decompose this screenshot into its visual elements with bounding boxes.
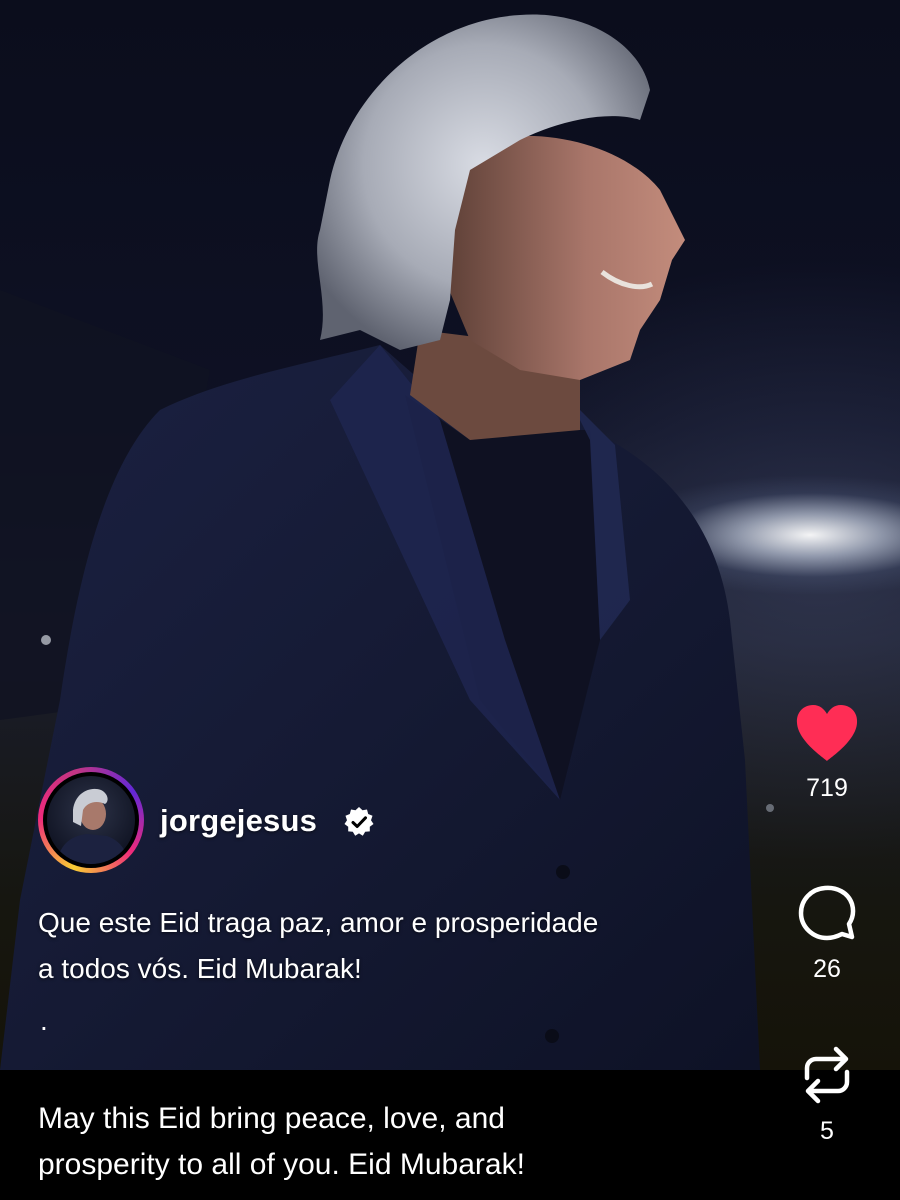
comment-icon[interactable] [797,884,857,944]
avatar-story-ring[interactable] [38,767,144,873]
caption-translation: May this Eid bring peace, love, and pros… [38,1096,778,1188]
avatar-image [57,788,129,864]
like-button[interactable]: 719 [787,703,867,803]
username[interactable]: jorgejesus [160,803,317,839]
caption-line: Que este Eid traga paz, amor e prosperid… [38,907,599,938]
repost-count: 5 [820,1117,834,1145]
heart-icon[interactable] [794,703,860,763]
repost-button[interactable]: 5 [787,1044,867,1146]
avatar[interactable] [47,776,135,864]
post-caption[interactable]: Que este Eid traga paz, amor e prosperid… [38,900,758,992]
comment-button[interactable]: 26 [787,884,867,984]
translation-line: prosperity to all of you. Eid Mubarak! [38,1148,525,1181]
comment-count: 26 [813,955,841,983]
verified-badge-icon [344,807,374,836]
like-count: 719 [806,774,848,802]
caption-line: a todos vós. Eid Mubarak! [38,953,362,984]
caption-dot: . [40,1005,48,1036]
repost-icon[interactable] [797,1044,857,1106]
translation-line: May this Eid bring peace, love, and [38,1102,505,1135]
